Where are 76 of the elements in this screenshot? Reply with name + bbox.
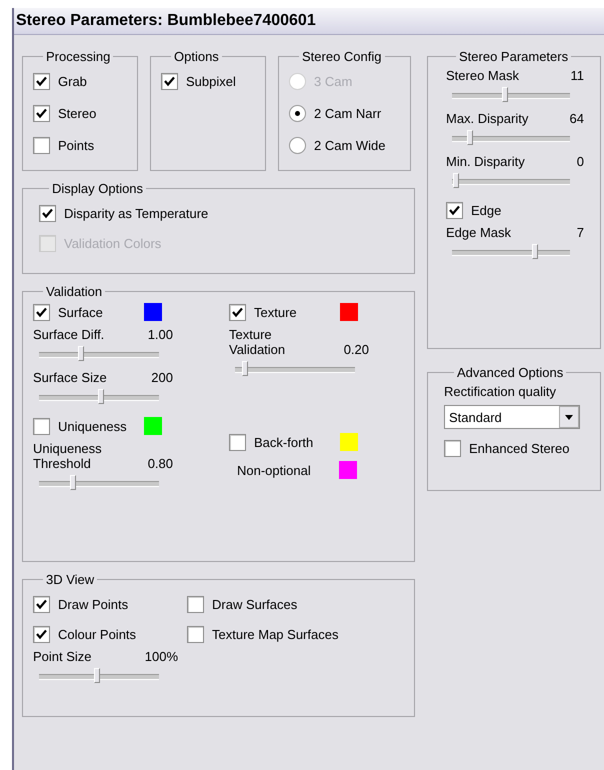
checkbox[interactable]	[229, 434, 246, 450]
group-title: 3D View	[45, 572, 96, 587]
group-title: Advanced Options	[456, 365, 564, 380]
radio-button[interactable]	[289, 104, 306, 122]
checkbox-label: Draw Surfaces	[212, 596, 298, 612]
slider-value: 64	[570, 111, 584, 126]
checkbox[interactable]	[161, 72, 178, 90]
slider-thumb[interactable]	[242, 361, 248, 376]
checkbox-label: Disparity as Temperature	[64, 206, 208, 220]
slider-value: 100%	[144, 649, 178, 664]
slider-label: Edge Mask	[446, 225, 512, 240]
checkbox-label: Points	[58, 138, 94, 152]
checkbox-label: Enhanced Stereo	[469, 440, 570, 456]
checkbox-label: Back-forth	[254, 434, 314, 450]
checkbox[interactable]	[33, 304, 50, 320]
checkbox[interactable]	[39, 204, 56, 222]
group-title: Stereo Parameters	[458, 49, 570, 64]
checkbox[interactable]	[444, 440, 461, 456]
slider-label: Min. Disparity	[446, 154, 526, 169]
caret-icon	[559, 406, 579, 428]
radio-button[interactable]	[289, 136, 306, 154]
slider-thumb[interactable]	[532, 244, 538, 259]
checkbox-label: Subpixel	[186, 74, 236, 88]
checkbox-label: Stereo	[58, 106, 96, 120]
slider-value: 0.80	[148, 456, 173, 471]
field-label: Rectification quality	[444, 384, 557, 399]
slider-value: 0.20	[344, 342, 369, 357]
slider-thumb[interactable]	[452, 173, 459, 188]
checkbox[interactable]	[33, 136, 50, 154]
slider-label: Surface Diff.	[33, 327, 106, 342]
slider-label: Stereo Mask	[446, 68, 520, 83]
radio-label: 2 Cam Narr	[314, 106, 382, 120]
checkbox[interactable]	[229, 304, 246, 320]
checkbox-label: Grab	[58, 74, 87, 88]
slider-thumb[interactable]	[502, 87, 508, 102]
slider-thumb[interactable]	[70, 475, 76, 490]
checkbox-label: Texture Map Surfaces	[212, 626, 338, 642]
slider-label: Surface Size	[33, 370, 108, 385]
slider-thumb[interactable]	[98, 389, 104, 404]
checkbox-label: Surface	[58, 304, 104, 320]
legend-label: Non-optional	[237, 462, 312, 478]
checkbox[interactable]	[187, 626, 204, 642]
slider-thumb[interactable]	[94, 668, 100, 683]
checkbox-label: Colour Points	[58, 626, 136, 642]
group-title: Display Options	[51, 181, 144, 196]
slider-label: Texture Validation	[229, 327, 286, 357]
group-title: Options	[173, 49, 220, 64]
quality-dropdown[interactable]: Standard	[444, 405, 580, 429]
checkbox[interactable]	[446, 202, 463, 218]
slider-value: 1.00	[148, 327, 173, 342]
slider-label: Uniqueness Threshold	[33, 441, 103, 471]
checkbox[interactable]	[33, 104, 50, 122]
checkbox-label: Draw Points	[58, 596, 128, 612]
checkbox[interactable]	[33, 418, 50, 434]
slider-value: 7	[576, 225, 584, 240]
group-title: Validation	[45, 284, 104, 299]
checkbox-label: Texture	[254, 304, 298, 320]
radio-label: 2 Cam Wide	[314, 138, 386, 152]
group-title: Processing	[45, 49, 112, 64]
checkbox-label: Edge	[471, 202, 502, 218]
checkbox[interactable]	[33, 72, 50, 90]
checkbox[interactable]	[33, 626, 50, 642]
slider-value: 0	[576, 154, 584, 169]
slider-value: 11	[570, 68, 584, 83]
slider-label: Point Size	[33, 649, 93, 664]
checkbox[interactable]	[187, 596, 204, 612]
checkbox-label: Uniqueness	[58, 418, 128, 434]
slider-thumb[interactable]	[466, 130, 473, 145]
radio-label: 3 Cam	[314, 74, 352, 88]
checkbox-label: Validation Colors	[64, 236, 162, 250]
slider-label: Max. Disparity	[446, 111, 530, 126]
checkbox[interactable]	[33, 596, 50, 612]
window-title: Stereo Parameters: Bumblebee7400601	[16, 12, 316, 30]
slider-thumb[interactable]	[78, 346, 84, 361]
slider-value: 200	[151, 370, 173, 385]
group-title: Stereo Config	[301, 49, 382, 64]
